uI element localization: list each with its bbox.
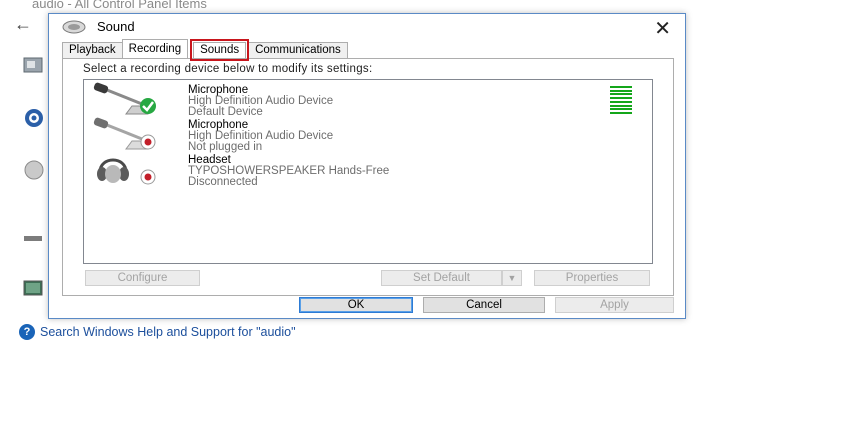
instruction-text: Select a recording device below to modif…: [83, 63, 373, 75]
help-link[interactable]: Search Windows Help and Support for "aud…: [40, 325, 296, 339]
sound-dialog: Sound ✕ Playback Recording Sounds Commun…: [48, 13, 686, 319]
tab-recording[interactable]: Recording: [121, 39, 189, 58]
device-item[interactable]: Headset TYPOSHOWERSPEAKER Hands-Free Dis…: [84, 152, 644, 188]
background-window-title: audio - All Control Panel Items: [32, 0, 207, 11]
headset-icon: [97, 158, 156, 185]
device-item[interactable]: Microphone High Definition Audio Device …: [84, 117, 644, 153]
microphone-icon: [93, 117, 156, 150]
properties-button[interactable]: Properties: [534, 270, 650, 286]
dialog-titlebar[interactable]: Sound ✕: [49, 14, 685, 40]
control-panel-item-icon[interactable]: [23, 108, 45, 128]
help-question-icon: ?: [19, 324, 35, 340]
set-default-button[interactable]: Set Default: [381, 270, 502, 286]
help-link-row[interactable]: ? Search Windows Help and Support for "a…: [19, 324, 296, 340]
cancel-button[interactable]: Cancel: [423, 297, 545, 313]
dialog-title: Sound: [97, 19, 135, 34]
configure-button[interactable]: Configure: [85, 270, 200, 286]
check-badge: [140, 98, 156, 114]
set-default-dropdown[interactable]: ▼: [502, 270, 522, 286]
back-arrow-icon[interactable]: ←: [14, 14, 32, 35]
tab-strip: Playback Recording Sounds Communications: [62, 39, 348, 61]
tab-playback[interactable]: Playback: [62, 42, 123, 58]
device-item[interactable]: Microphone High Definition Audio Device …: [84, 82, 644, 118]
control-panel-item-icon[interactable]: [23, 160, 45, 180]
control-panel-item-icon[interactable]: [23, 55, 45, 75]
level-meter: [610, 86, 632, 114]
recording-panel: Select a recording device below to modif…: [62, 58, 674, 296]
control-panel-item-icon[interactable]: [23, 228, 45, 248]
ok-button[interactable]: OK: [299, 297, 413, 313]
tab-communications[interactable]: Communications: [248, 42, 348, 58]
tab-sounds[interactable]: Sounds: [190, 39, 250, 61]
device-status: Disconnected: [188, 176, 258, 188]
control-panel-item-icon[interactable]: [23, 278, 45, 298]
apply-button[interactable]: Apply: [555, 297, 674, 313]
device-list[interactable]: Microphone High Definition Audio Device …: [83, 79, 653, 264]
speaker-icon: [62, 20, 86, 34]
close-icon[interactable]: ✕: [654, 16, 671, 41]
chevron-down-icon: ▼: [507, 273, 517, 283]
microphone-icon: [93, 82, 156, 115]
